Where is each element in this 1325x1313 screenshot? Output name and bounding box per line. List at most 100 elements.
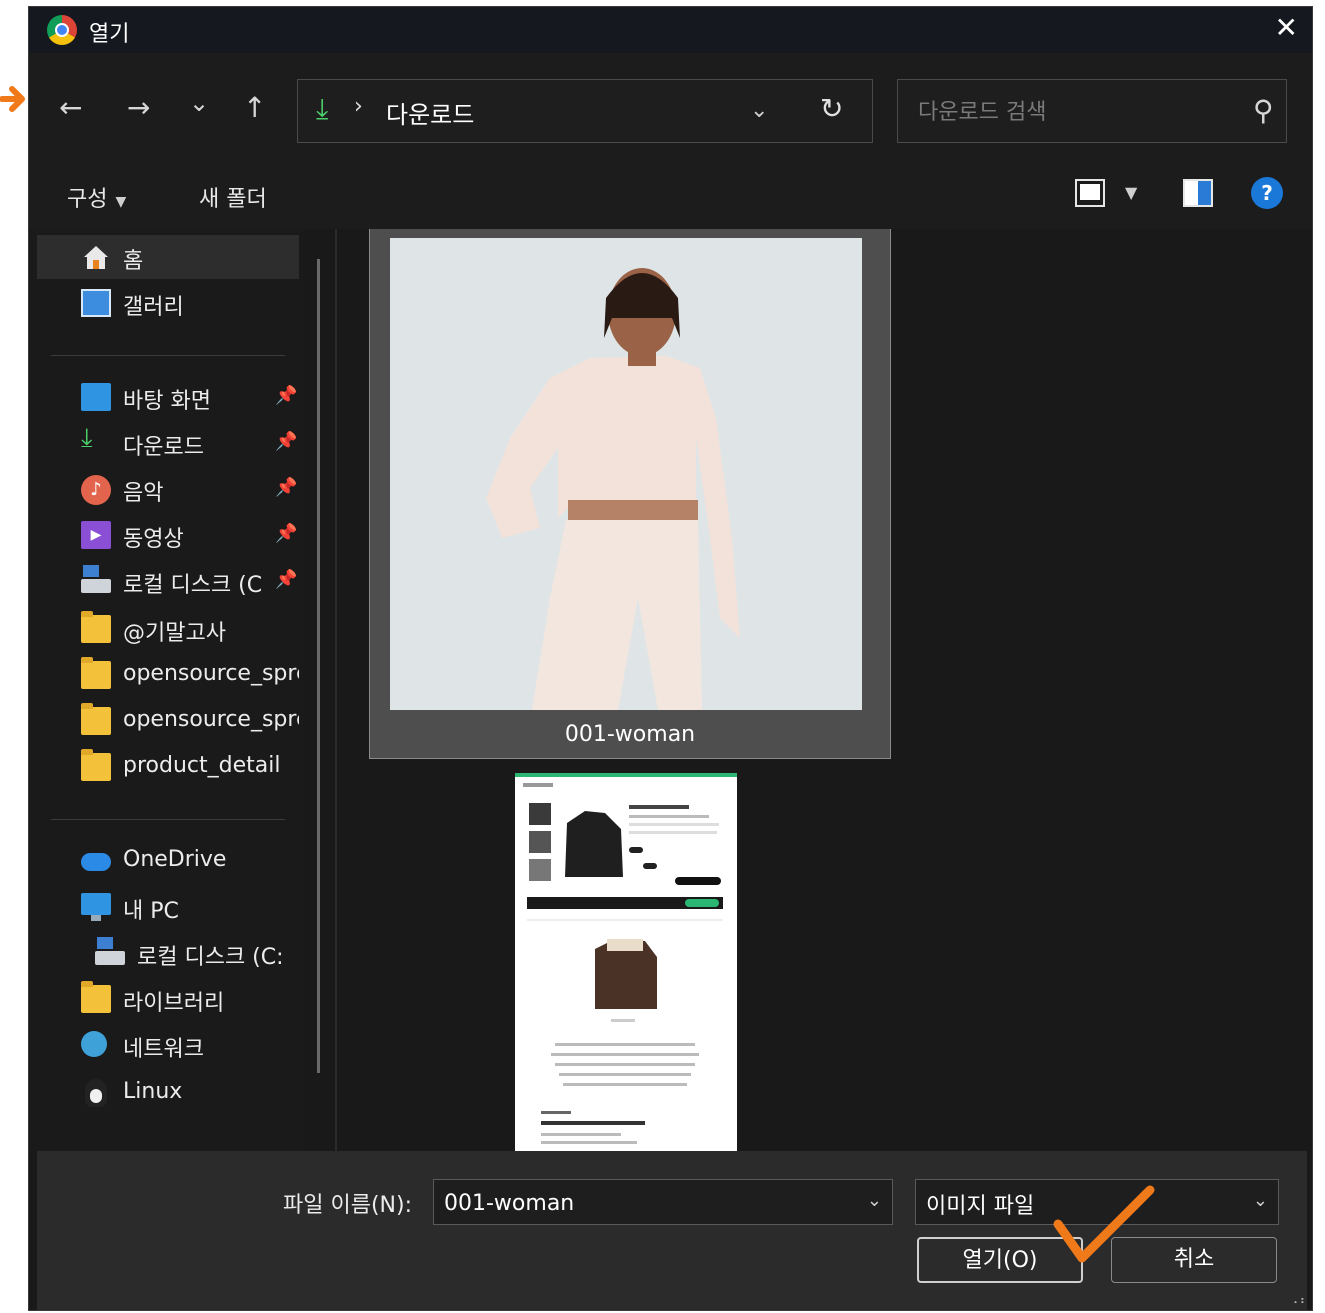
- home-icon: [84, 246, 108, 269]
- sidebar-item-gallery[interactable]: 갤러리: [37, 281, 299, 325]
- download-icon: ⤓: [316, 92, 329, 125]
- caret-down-icon: ▼: [115, 194, 127, 210]
- sidebar-item-label: product_detail: [123, 753, 281, 778]
- title-bar: 열기 ✕: [29, 7, 1312, 53]
- pin-icon[interactable]: 📌: [275, 431, 297, 452]
- sidebar-item-home[interactable]: 홈: [37, 235, 299, 279]
- folder-icon: [81, 749, 111, 781]
- back-button[interactable]: ←: [59, 91, 82, 124]
- close-icon[interactable]: ✕: [1275, 11, 1298, 44]
- sidebar-item-folder[interactable]: opensource_sprea: [37, 699, 299, 743]
- file-item[interactable]: [515, 773, 737, 1151]
- gallery-icon: [81, 289, 111, 317]
- navigation-pane: 홈 갤러리 바탕 화면 📌 ⤓ 다운로드 📌 ♪ 음악 📌 ▶ 동영상 📌 로컬…: [29, 229, 303, 1151]
- music-icon: ♪: [81, 475, 111, 505]
- address-bar[interactable]: ⤓ › 다운로드 ⌄ ↻: [297, 79, 873, 143]
- sidebar-item-label: 로컬 디스크 (C: [123, 573, 263, 598]
- sidebar-item-label: 갤러리: [123, 295, 184, 320]
- view-mode-icon[interactable]: [1075, 179, 1105, 207]
- breadcrumb-location[interactable]: 다운로드: [386, 95, 474, 130]
- sidebar-item-label: 로컬 디스크 (C:: [137, 945, 284, 970]
- file-thumbnail: [390, 238, 862, 710]
- pin-icon[interactable]: 📌: [275, 477, 297, 498]
- sidebar-item-folder[interactable]: opensource_sprea: [37, 653, 299, 697]
- sidebar-item-label: 네트워크: [123, 1037, 204, 1062]
- chrome-icon: [47, 15, 77, 45]
- refresh-icon[interactable]: ↻: [820, 92, 843, 125]
- open-file-dialog: 열기 ✕ ← → ⌄ ↑ ⤓ › 다운로드 ⌄ ↻ ⚲ 구성 ▼ 새 폴더 ▼ ?: [28, 6, 1313, 1311]
- sidebar-item-label: 다운로드: [123, 435, 204, 460]
- filetype-value: 이미지 파일: [926, 1194, 1035, 1219]
- sidebar-divider: [51, 355, 285, 356]
- sidebar-item-local-disk[interactable]: 로컬 디스크 (C:: [51, 931, 303, 975]
- this-pc-icon: [81, 893, 111, 921]
- search-icon[interactable]: ⚲: [1253, 94, 1274, 127]
- folder-icon: [81, 611, 111, 643]
- folder-icon: [81, 657, 111, 689]
- chevron-down-icon[interactable]: ⌄: [867, 1190, 882, 1211]
- sidebar-item-folder[interactable]: @기말고사: [37, 607, 299, 651]
- search-box[interactable]: ⚲: [897, 79, 1287, 143]
- file-list: 001-woman: [337, 229, 1305, 1151]
- pin-icon[interactable]: 📌: [275, 523, 297, 544]
- sidebar-item-this-pc[interactable]: 내 PC: [37, 885, 299, 929]
- forward-button[interactable]: →: [127, 91, 150, 124]
- recent-locations-button[interactable]: ⌄: [189, 89, 209, 117]
- sidebar-item-label: @기말고사: [123, 621, 226, 646]
- sidebar-divider: [51, 819, 285, 820]
- sidebar-scrollbar[interactable]: [317, 259, 320, 1073]
- sidebar-item-folder[interactable]: product_detail: [37, 745, 299, 789]
- organize-button[interactable]: 구성 ▼: [67, 181, 126, 213]
- sidebar-item-linux[interactable]: Linux: [37, 1071, 299, 1115]
- folder-icon: [81, 703, 111, 735]
- command-bar: 구성 ▼ 새 폴더 ▼ ?: [29, 163, 1312, 229]
- chevron-down-icon[interactable]: ⌄: [1253, 1190, 1268, 1211]
- up-button[interactable]: ↑: [243, 91, 266, 124]
- product-page-thumbnail: [515, 773, 737, 1151]
- filename-label: 파일 이름(N):: [283, 1193, 412, 1218]
- woman-photo-thumbnail: [390, 238, 862, 710]
- sidebar-item-network[interactable]: 네트워크: [37, 1023, 299, 1067]
- caret-down-icon[interactable]: ▼: [1125, 183, 1137, 202]
- onedrive-icon: [81, 853, 111, 871]
- sidebar-item-label: opensource_sprea: [123, 707, 299, 732]
- sidebar-item-label: opensource_sprea: [123, 661, 299, 686]
- desktop-folder-icon: [81, 383, 111, 411]
- sidebar-item-label: OneDrive: [123, 847, 227, 872]
- breadcrumb-separator-icon: ›: [354, 94, 363, 119]
- sidebar-item-libraries[interactable]: 라이브러리: [37, 977, 299, 1021]
- video-icon: ▶: [81, 521, 111, 549]
- sidebar-item-label: 음악: [123, 481, 164, 506]
- sidebar-item-videos[interactable]: ▶ 동영상 📌: [37, 513, 299, 557]
- sidebar-item-downloads[interactable]: ⤓ 다운로드 📌: [37, 421, 299, 465]
- sidebar-item-label: Linux: [123, 1079, 183, 1104]
- organize-label: 구성: [67, 187, 108, 212]
- network-icon: [81, 1031, 107, 1057]
- chevron-down-icon[interactable]: ⌄: [750, 98, 768, 123]
- navigation-bar: ← → ⌄ ↑ ⤓ › 다운로드 ⌄ ↻ ⚲: [29, 53, 1312, 163]
- sidebar-item-label: 내 PC: [123, 899, 179, 924]
- help-icon[interactable]: ?: [1251, 177, 1283, 209]
- pin-icon[interactable]: 📌: [275, 569, 297, 590]
- filename-combobox[interactable]: ⌄: [433, 1179, 893, 1225]
- new-folder-button[interactable]: 새 폴더: [199, 181, 267, 213]
- pin-icon[interactable]: 📌: [275, 385, 297, 406]
- filename-input[interactable]: [442, 1188, 846, 1218]
- sidebar-item-label: 동영상: [123, 527, 184, 552]
- sidebar-item-label: 홈: [123, 249, 144, 274]
- linux-icon: [85, 1079, 107, 1107]
- annotation-arrow-icon: [0, 86, 25, 112]
- resize-grip-icon[interactable]: ⠠⠰: [1289, 1293, 1305, 1307]
- sidebar-item-label: 라이브러리: [123, 991, 225, 1016]
- sidebar-item-local-disk[interactable]: 로컬 디스크 (C 📌: [37, 559, 299, 603]
- dialog-title: 열기: [89, 22, 130, 47]
- sidebar-item-desktop[interactable]: 바탕 화면 📌: [37, 375, 299, 419]
- preview-pane-icon[interactable]: [1183, 179, 1213, 207]
- sidebar-item-onedrive[interactable]: OneDrive: [37, 839, 299, 883]
- file-name: 001-woman: [564, 722, 696, 747]
- sidebar-item-music[interactable]: ♪ 음악 📌: [37, 467, 299, 511]
- download-icon: ⤓: [81, 423, 93, 453]
- folder-icon: [81, 981, 111, 1013]
- file-item[interactable]: 001-woman: [369, 229, 891, 759]
- search-input[interactable]: [916, 96, 1240, 128]
